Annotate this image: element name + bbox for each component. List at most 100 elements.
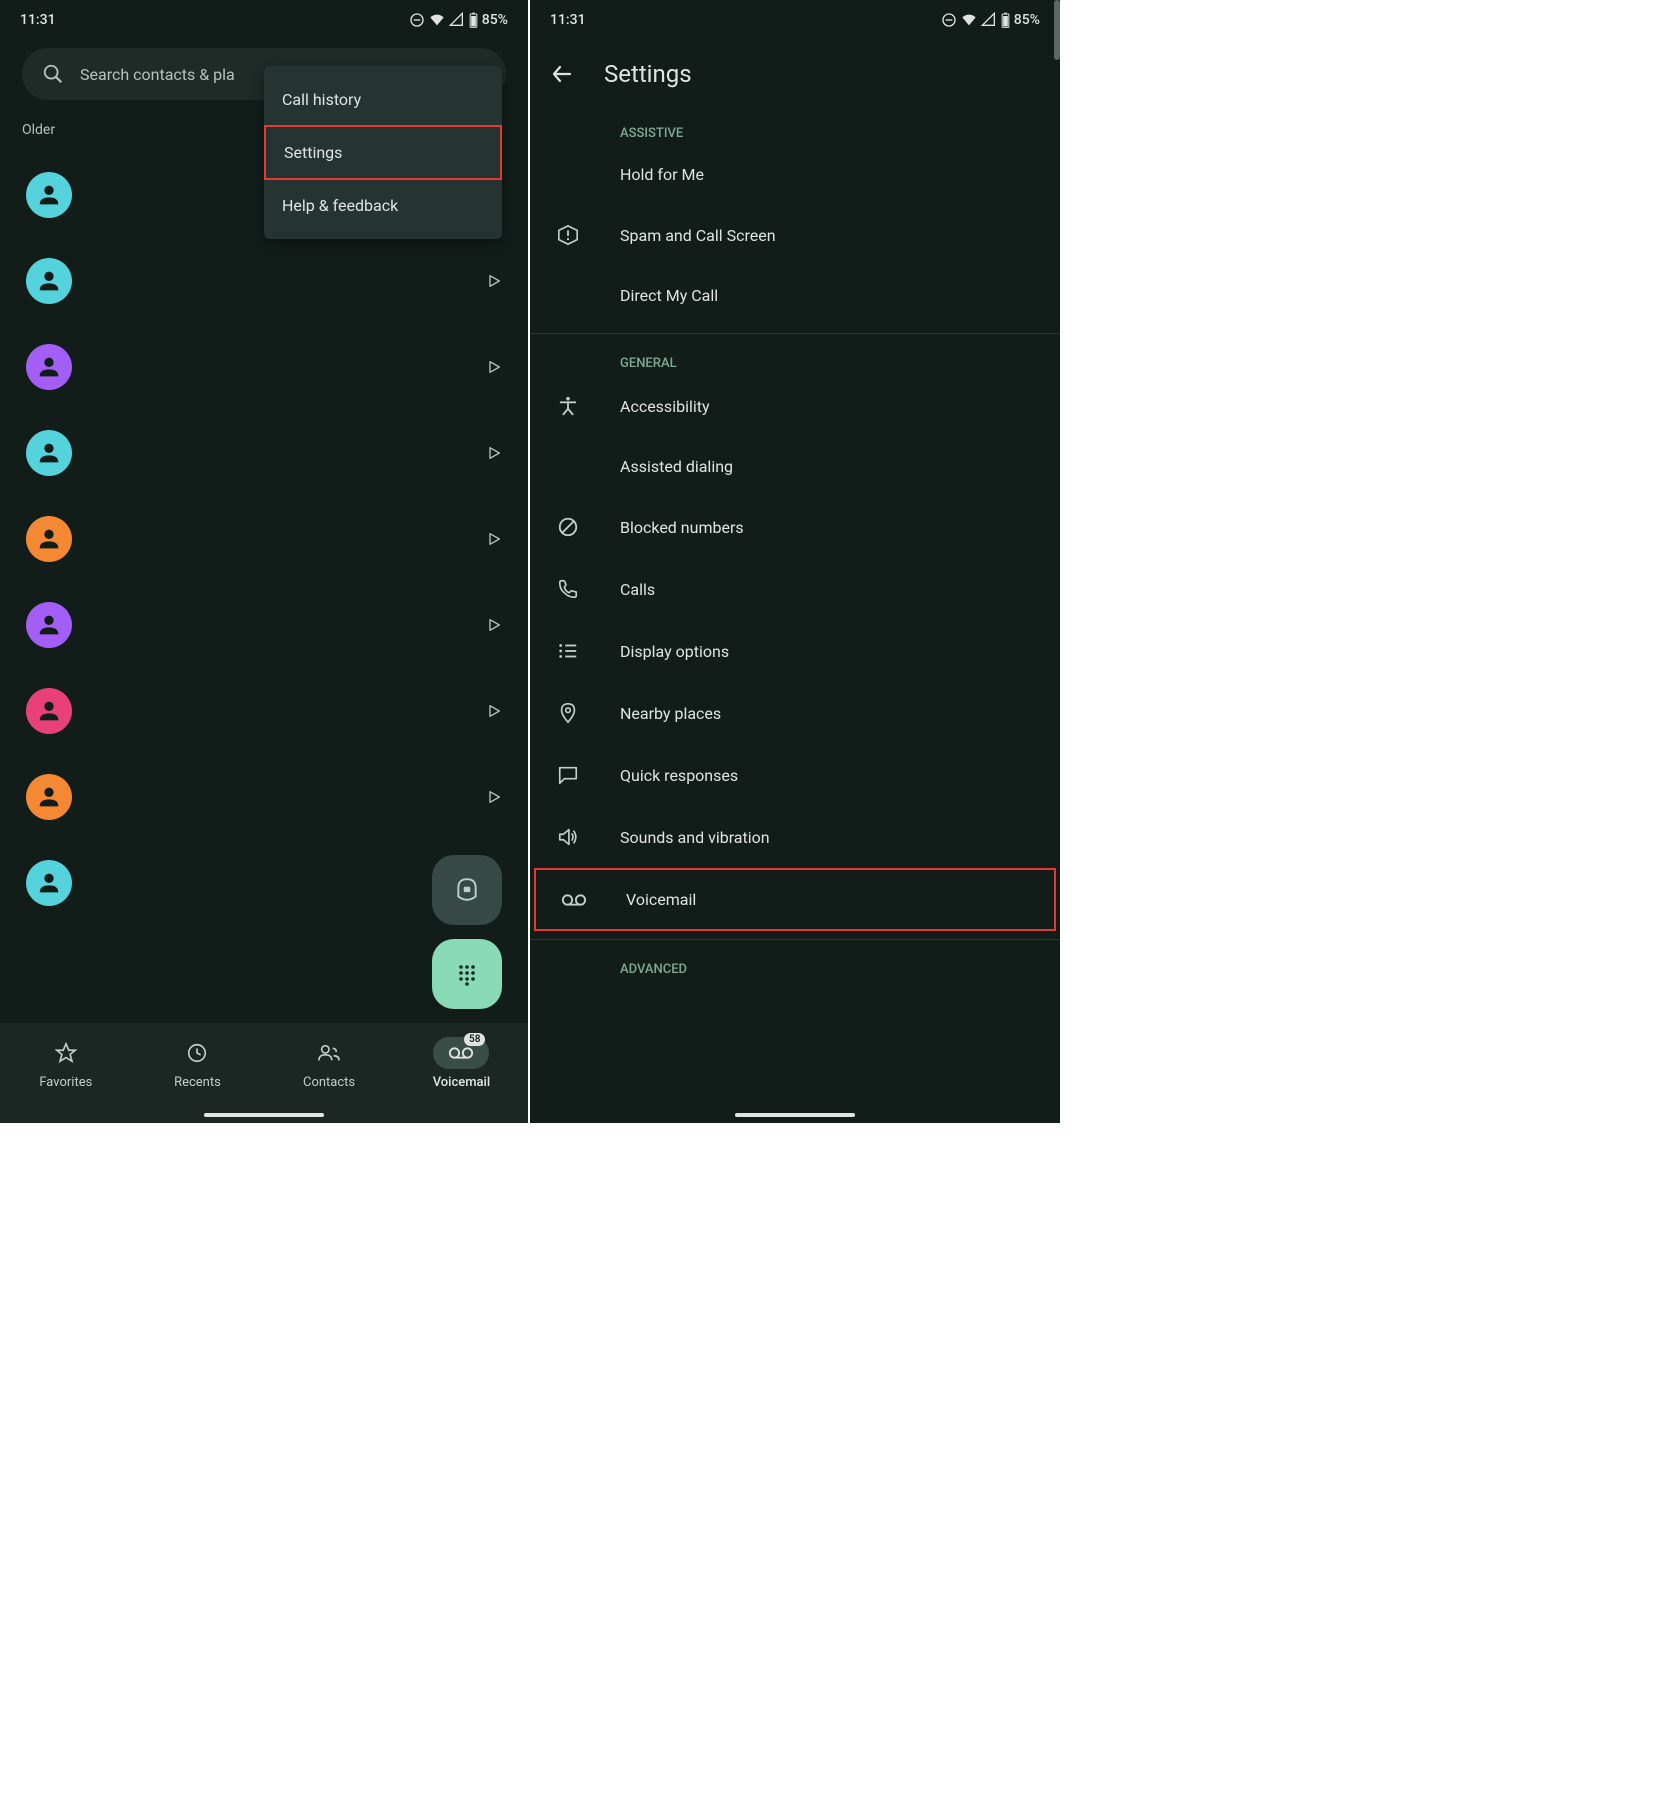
dnd-icon: [941, 12, 957, 28]
voicemail-list: [0, 152, 528, 926]
status-icons: 85%: [409, 12, 508, 28]
play-icon[interactable]: [486, 617, 502, 633]
voicemail-icon: [561, 893, 587, 907]
avatar: [26, 258, 72, 304]
nav-label: Voicemail: [433, 1075, 491, 1090]
list-icon: [557, 640, 579, 662]
settings-display-options[interactable]: Display options: [530, 620, 1060, 682]
video-icon: [454, 877, 480, 903]
list-item[interactable]: [0, 410, 528, 496]
status-icons: 85%: [941, 12, 1040, 28]
speaker-icon: [557, 826, 579, 848]
play-icon[interactable]: [486, 273, 502, 289]
settings-label: Assisted dialing: [620, 457, 733, 476]
settings-spam[interactable]: Spam and Call Screen: [530, 204, 1060, 266]
page-title: Settings: [604, 60, 692, 88]
settings-header: Settings: [530, 36, 1060, 112]
phone-settings-screen: 11:31 85% Settings ASSISTIVE Hold for Me…: [530, 0, 1060, 1123]
nav-contacts[interactable]: Contacts: [301, 1037, 357, 1090]
people-icon: [317, 1042, 341, 1064]
settings-quick-responses[interactable]: Quick responses: [530, 744, 1060, 806]
nav-label: Contacts: [303, 1075, 355, 1090]
settings-nearby[interactable]: Nearby places: [530, 682, 1060, 744]
status-time: 11:31: [550, 12, 586, 28]
avatar: [26, 602, 72, 648]
dialpad-icon: [455, 962, 479, 986]
settings-label: Direct My Call: [620, 286, 718, 305]
battery-icon: [469, 12, 478, 28]
bottom-nav: Favorites Recents Contacts 58 Voicemail: [0, 1023, 528, 1123]
nav-favorites[interactable]: Favorites: [38, 1037, 94, 1090]
nav-recents[interactable]: Recents: [169, 1037, 225, 1090]
list-item[interactable]: [0, 582, 528, 668]
avatar: [26, 516, 72, 562]
menu-help-feedback[interactable]: Help & feedback: [264, 180, 502, 231]
voicemail-badge: 58: [464, 1033, 485, 1046]
chat-icon: [557, 764, 579, 786]
menu-call-history[interactable]: Call history: [264, 74, 502, 125]
voicemail-icon: [448, 1046, 474, 1060]
settings-voicemail[interactable]: Voicemail: [534, 868, 1056, 931]
avatar: [26, 430, 72, 476]
settings-label: Hold for Me: [620, 165, 704, 184]
divider: [530, 333, 1060, 334]
avatar: [26, 688, 72, 734]
block-icon: [557, 516, 579, 538]
settings-hold-for-me[interactable]: Hold for Me: [530, 145, 1060, 204]
list-item[interactable]: [0, 238, 528, 324]
settings-assisted-dialing[interactable]: Assisted dialing: [530, 437, 1060, 496]
settings-calls[interactable]: Calls: [530, 558, 1060, 620]
star-icon: [55, 1042, 77, 1064]
settings-label: Spam and Call Screen: [620, 226, 776, 245]
battery-icon: [1001, 12, 1010, 28]
divider: [530, 939, 1060, 940]
play-icon[interactable]: [486, 445, 502, 461]
list-item[interactable]: [0, 496, 528, 582]
avatar: [26, 172, 72, 218]
list-item[interactable]: [0, 754, 528, 840]
play-icon[interactable]: [486, 531, 502, 547]
nav-voicemail[interactable]: 58 Voicemail: [433, 1037, 491, 1090]
scrollbar[interactable]: [1054, 0, 1060, 60]
phone-icon: [557, 578, 579, 600]
battery-percent: 85%: [482, 12, 508, 28]
home-indicator[interactable]: [735, 1113, 855, 1117]
play-icon[interactable]: [486, 789, 502, 805]
settings-blocked[interactable]: Blocked numbers: [530, 496, 1060, 558]
signal-icon: [449, 12, 465, 28]
nav-label: Recents: [174, 1075, 221, 1090]
settings-direct-my-call[interactable]: Direct My Call: [530, 266, 1060, 325]
settings-accessibility[interactable]: Accessibility: [530, 375, 1060, 437]
fab-video-call[interactable]: [432, 855, 502, 925]
section-general: GENERAL: [530, 342, 1060, 375]
status-time: 11:31: [20, 12, 56, 28]
home-indicator[interactable]: [204, 1113, 324, 1117]
menu-settings[interactable]: Settings: [264, 125, 502, 180]
fab-dialpad[interactable]: [432, 939, 502, 1009]
avatar: [26, 344, 72, 390]
settings-sounds[interactable]: Sounds and vibration: [530, 806, 1060, 868]
settings-label: Blocked numbers: [620, 518, 744, 537]
back-arrow-icon[interactable]: [550, 62, 574, 86]
settings-label: Display options: [620, 642, 729, 661]
section-advanced: ADVANCED: [530, 948, 1060, 981]
avatar: [26, 774, 72, 820]
clock-icon: [186, 1042, 208, 1064]
list-item[interactable]: [0, 324, 528, 410]
settings-label: Voicemail: [626, 890, 696, 909]
avatar: [26, 860, 72, 906]
play-icon[interactable]: [486, 703, 502, 719]
settings-label: Nearby places: [620, 704, 721, 723]
section-assistive: ASSISTIVE: [530, 112, 1060, 145]
accessibility-icon: [557, 395, 579, 417]
settings-label: Accessibility: [620, 397, 710, 416]
list-item[interactable]: [0, 668, 528, 754]
wifi-icon: [429, 12, 445, 28]
play-icon[interactable]: [486, 359, 502, 375]
overflow-menu: Call history Settings Help & feedback: [264, 66, 502, 239]
search-icon: [42, 63, 64, 85]
status-bar: 11:31 85%: [0, 0, 528, 36]
battery-percent: 85%: [1014, 12, 1040, 28]
location-icon: [557, 702, 579, 724]
settings-label: Quick responses: [620, 766, 738, 785]
